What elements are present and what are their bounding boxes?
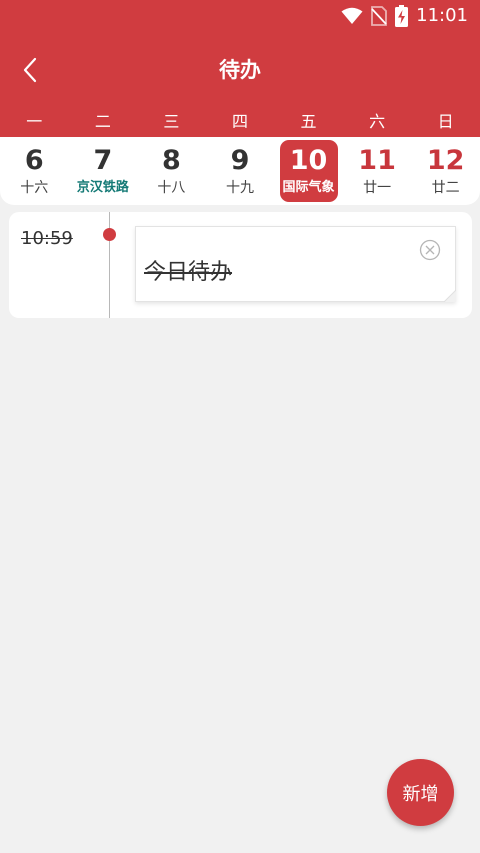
date-number: 11 — [358, 145, 396, 176]
festival-label: 国际气象 — [282, 180, 335, 195]
lunar-date: 十六 — [20, 180, 49, 196]
add-todo-button[interactable]: 新增 — [387, 759, 454, 826]
todo-note[interactable]: 今日待办 — [135, 226, 456, 302]
title-bar: 待办 — [0, 40, 480, 96]
date-cell[interactable]: 11 廿一 — [343, 137, 412, 205]
date-cell[interactable]: 9 十九 — [206, 137, 275, 205]
todo-text: 今日待办 — [144, 260, 233, 285]
lunar-date: 十八 — [157, 180, 186, 196]
status-time: 11:01 — [416, 5, 468, 26]
weekday-label: 六 — [369, 112, 386, 131]
wifi-icon — [341, 7, 363, 24]
date-number: 10 — [289, 145, 328, 176]
date-cell[interactable]: 8 十八 — [137, 137, 206, 205]
festival-label: 京汉铁路 — [76, 180, 129, 195]
date-cell[interactable]: 6 十六 — [0, 137, 69, 205]
date-cell[interactable]: 12 廿二 — [411, 137, 480, 205]
no-sim-icon — [371, 6, 388, 26]
status-bar: 11:01 — [0, 0, 480, 32]
date-cell[interactable]: 7 京汉铁路 — [69, 137, 138, 205]
timeline-dot — [103, 228, 116, 241]
date-number: 8 — [162, 145, 181, 176]
week-date-strip: 6 十六 7 京汉铁路 8 十八 9 十九 10 国际气象 11 廿一 12 廿… — [0, 137, 480, 205]
page-fold-corner — [444, 290, 456, 302]
app-header: 11:01 待办 一 二 三 四 五 六 日 — [0, 0, 480, 137]
lunar-date: 廿二 — [431, 180, 460, 196]
weekday-label: 日 — [437, 112, 454, 131]
lunar-date: 十九 — [225, 180, 254, 196]
weekday-label: 五 — [300, 112, 317, 131]
lunar-date: 廿一 — [363, 180, 392, 196]
weekday-label: 一 — [26, 112, 43, 131]
page-title: 待办 — [219, 58, 261, 82]
date-number: 12 — [426, 145, 465, 176]
date-cell-selected[interactable]: 10 国际气象 — [274, 137, 343, 205]
todo-time: 10:59 — [21, 228, 73, 249]
date-number: 6 — [24, 145, 44, 176]
date-number: 7 — [93, 145, 113, 176]
weekday-label: 四 — [231, 112, 248, 131]
weekday-label: 二 — [94, 112, 111, 131]
close-circle-icon[interactable] — [419, 239, 441, 261]
status-icons: 11:01 — [341, 5, 468, 27]
weekday-header: 一 二 三 四 五 六 日 — [0, 108, 480, 134]
date-number: 9 — [230, 145, 250, 176]
weekday-label: 三 — [163, 112, 180, 131]
battery-charging-icon — [395, 5, 409, 27]
todo-item-card: 10:59 今日待办 — [9, 212, 472, 318]
